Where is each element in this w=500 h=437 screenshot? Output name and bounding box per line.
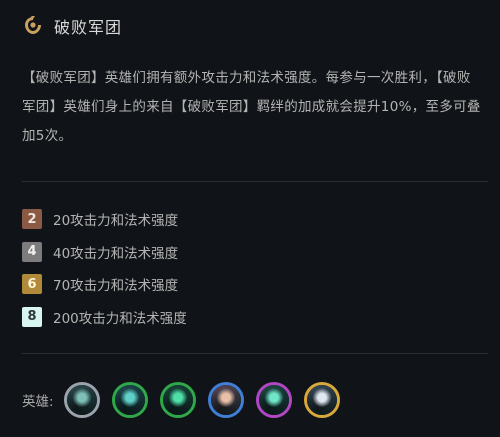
trait-tooltip-panel: 破败军团 【破败军团】英雄们拥有额外攻击力和法术强度。每参与一次胜利，【破败军团… bbox=[0, 0, 500, 437]
trait-description: 【破败军团】英雄们拥有额外攻击力和法术强度。每参与一次胜利，【破败军团】英雄们身… bbox=[22, 70, 481, 144]
tier-bonus-text: 40攻击力和法术强度 bbox=[53, 245, 179, 262]
tier-bonus-text: 20攻击力和法术强度 bbox=[53, 213, 179, 229]
hero-portrait-image bbox=[66, 385, 97, 415]
tier-row: 4 40攻击力和法术强度 bbox=[22, 241, 187, 263]
hero-portrait-image bbox=[162, 385, 193, 415]
heroes-row: 英雄: bbox=[22, 382, 352, 418]
hero-portrait[interactable] bbox=[111, 382, 148, 418]
divider bbox=[22, 181, 488, 182]
tier-row: 8 200攻击力和法术强度 bbox=[22, 306, 187, 328]
hero-portrait-image bbox=[210, 385, 241, 415]
trait-header: 破败军团 bbox=[22, 12, 122, 40]
tier-badge: 8 bbox=[22, 306, 42, 327]
hero-portrait[interactable] bbox=[255, 382, 292, 418]
hero-portrait-image bbox=[114, 385, 145, 415]
tier-bonus-text: 200攻击力和法术强度 bbox=[53, 310, 187, 327]
tier-badge: 2 bbox=[22, 209, 42, 229]
tier-row: 2 20攻击力和法术强度 bbox=[22, 208, 187, 230]
tier-badge: 6 bbox=[22, 274, 42, 294]
ruined-king-trait-icon bbox=[22, 15, 44, 37]
hero-portrait-image bbox=[306, 385, 337, 415]
hero-portrait[interactable] bbox=[63, 382, 100, 418]
tier-bonus-text: 70攻击力和法术强度 bbox=[53, 278, 179, 294]
heroes-label: 英雄: bbox=[22, 394, 54, 410]
tier-row: 6 70攻击力和法术强度 bbox=[22, 273, 187, 295]
divider bbox=[22, 353, 488, 354]
hero-portrait[interactable] bbox=[207, 382, 244, 418]
hero-portrait[interactable] bbox=[303, 382, 340, 418]
trait-tiers-list: 2 20攻击力和法术强度 4 40攻击力和法术强度 6 70攻击力和法术强度 8… bbox=[22, 208, 187, 338]
tier-badge: 4 bbox=[22, 241, 42, 262]
hero-portrait[interactable] bbox=[159, 382, 196, 418]
hero-portrait-image bbox=[258, 385, 289, 415]
trait-title: 破败军团 bbox=[54, 18, 123, 37]
